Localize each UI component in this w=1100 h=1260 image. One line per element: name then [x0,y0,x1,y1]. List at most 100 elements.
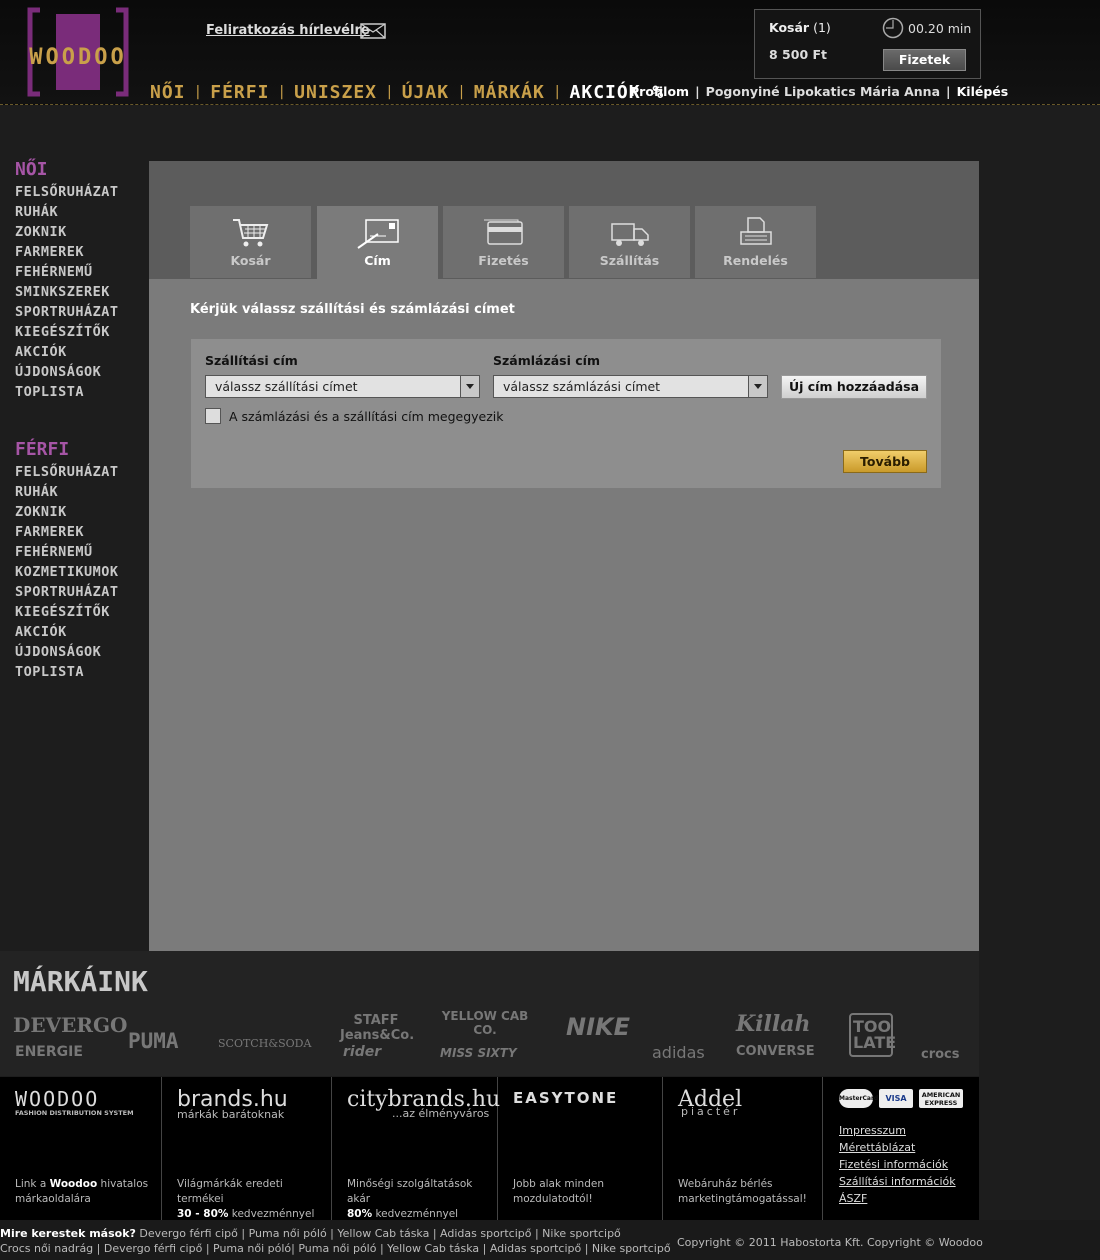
shipping-address-label: Szállítási cím [205,353,298,368]
nav-brands[interactable]: MÁRKÁK [474,82,545,103]
text-bold: Woodoo [49,1178,98,1190]
checkout-button[interactable]: Fizetek [883,49,966,71]
sidebar-item[interactable]: ZOKNIK [15,222,145,242]
sidebar-item[interactable]: KIEGÉSZÍTŐK [15,602,145,622]
sidebar-item[interactable]: AKCIÓK [15,622,145,642]
step-tab-address[interactable]: Cím [317,206,438,279]
nav-separator: | [195,84,201,100]
visa-icon: VISA [879,1089,913,1108]
sidebar-item[interactable]: FEHÉRNEMŰ [15,542,145,562]
same-address-label[interactable]: A számlázási és a szállítási cím megegye… [229,409,504,424]
step-tab-payment[interactable]: Fizetés [443,206,564,278]
footer-links: Impresszum Mérettáblázat Fizetési inform… [839,1122,956,1207]
card-label: AMERICAN EXPRESS [921,1091,961,1107]
cart-timer: 00.20 min [908,21,972,36]
separator: | [695,84,700,99]
sidebar-item[interactable]: RUHÁK [15,482,145,502]
sidebar-item[interactable]: SPORTRUHÁZAT [15,582,145,602]
brand-logo-staff[interactable]: STAFF Jeans&Co. [340,1013,414,1043]
main-nav: NŐI | FÉRFI | UNISZEX | ÚJAK | MÁRKÁK | … [150,80,664,104]
sidebar-item[interactable]: FARMEREK [15,242,145,262]
sidebar-item[interactable]: FARMEREK [15,522,145,542]
brand-logo-devergo[interactable]: DEVERGO [13,1013,127,1037]
footer-citybrands-text: Minőségi szolgáltatások akár 80% kedvezmé… [347,1177,497,1222]
brand-logo-killah[interactable]: Killah [736,1011,810,1037]
nav-unisex[interactable]: UNISZEX [294,82,377,103]
brand-logo-nike[interactable]: NIKE [566,1013,630,1041]
footer-col-brandshu[interactable]: brands.hu márkák barátoknak Világmárkák … [162,1077,332,1220]
footer-link-shipping-info[interactable]: Szállítási információk [839,1173,956,1190]
sidebar-item[interactable]: AKCIÓK [15,342,145,362]
brand-logo-adidas[interactable]: adidas [652,1043,705,1062]
woodoo-logo[interactable]: WOODOO [14,6,142,98]
billing-address-select[interactable]: válassz számlázási címet [493,375,768,398]
brand-logo-scotch-soda[interactable]: SCOTCH&SODA [218,1037,311,1050]
footer-partners: WOODOO FASHION DISTRIBUTION SYSTEM Link … [0,1077,979,1220]
popular-searches: Mire kerestek mások? Devergo férfi cipő … [0,1227,621,1240]
sidebar-heading-women[interactable]: NŐI [15,158,145,182]
newsletter-link[interactable]: Feliratkozás hírlevélre [206,23,370,38]
step-tab-cart[interactable]: Kosár [190,206,311,278]
same-address-checkbox[interactable] [205,408,221,424]
sidebar-item[interactable]: SPORTRUHÁZAT [15,302,145,322]
footer-brandshu-text: Világmárkák eredeti termékei 30 - 80% ked… [177,1177,327,1222]
footer-col-woodoo[interactable]: WOODOO FASHION DISTRIBUTION SYSTEM Link … [0,1077,162,1220]
brand-logo-converse[interactable]: CONVERSE [736,1044,815,1059]
footer-col-addel[interactable]: Addel piactér Webáruház bérlés marketing… [663,1077,823,1220]
sidebar-item[interactable]: ZOKNIK [15,502,145,522]
brand-logo-yellow-cab[interactable]: YELLOW CAB CO. [440,1009,530,1037]
nav-men[interactable]: FÉRFI [210,82,269,103]
footer-col-easytone[interactable]: EASYTONE Jobb alak minden mozdulatodtól! [498,1077,663,1220]
add-address-button[interactable]: Új cím hozzáadása [781,375,927,399]
profile-link[interactable]: Profilom [630,84,689,99]
popular-searches-links[interactable]: Devergo férfi cipő | Puma női póló | Yel… [139,1227,620,1240]
nav-separator: | [387,84,392,100]
brand-logo-miss-sixty[interactable]: MISS SIXTY [440,1046,517,1060]
envelope-icon[interactable] [360,23,386,39]
footer-link-size-chart[interactable]: Mérettáblázat [839,1139,956,1156]
sidebar-heading-men[interactable]: FÉRFI [15,438,145,462]
sidebar-item[interactable]: ÚJDONSÁGOK [15,642,145,662]
sidebar-item[interactable]: KOZMETIKUMOK [15,562,145,582]
cart-title[interactable]: Kosár (1) [769,20,831,35]
nav-women[interactable]: NŐI [150,82,186,103]
brand-logo-rider[interactable]: rider [343,1044,381,1060]
chevron-down-icon[interactable] [748,376,767,397]
chevron-down-icon[interactable] [460,376,479,397]
text-bold: 30 - 80% [177,1208,229,1220]
nav-separator: | [279,84,285,100]
truck-icon [611,223,649,246]
logout-link[interactable]: Kilépés [957,84,1009,99]
brand-logo-energie[interactable]: ENERGIE [15,1044,83,1060]
logo-text: WOODOO [29,45,126,70]
sidebar-item[interactable]: TOPLISTA [15,382,145,402]
shipping-address-select[interactable]: válassz szállítási címet [205,375,480,398]
billing-address-label: Számlázási cím [493,353,600,368]
address-card-icon [357,219,399,249]
sidebar-item[interactable]: KIEGÉSZÍTŐK [15,322,145,342]
sidebar-item[interactable]: SMINKSZEREK [15,282,145,302]
nav-new[interactable]: ÚJAK [402,82,449,103]
footer-woodoo-sub: FASHION DISTRIBUTION SYSTEM [15,1109,134,1117]
billing-address-value: válassz számlázási címet [503,379,661,394]
sidebar-item[interactable]: RUHÁK [15,202,145,222]
footer-col-citybrands[interactable]: citybrands.hu ...az élményváros Minőségi… [332,1077,500,1222]
popular-searches-links-2[interactable]: Crocs női nadrág | Devergo férfi cipő | … [0,1242,671,1255]
sidebar-item[interactable]: ÚJDONSÁGOK [15,362,145,382]
sidebar-item[interactable]: FELSŐRUHÁZAT [15,462,145,482]
sidebar-item[interactable]: FEHÉRNEMŰ [15,262,145,282]
brand-logo-too-late[interactable]: TOO LATE [849,1013,896,1057]
footer-link-impressum[interactable]: Impresszum [839,1122,956,1139]
next-button[interactable]: Tovább [843,450,927,473]
footer-link-terms[interactable]: ÁSZF [839,1190,956,1207]
footer-addel-sub: piactér [681,1105,741,1118]
sidebar-item[interactable]: TOPLISTA [15,662,145,682]
step-tab-order[interactable]: Rendelés [695,206,816,278]
shipping-address-value: válassz szállítási címet [215,379,358,394]
brand-logo-crocs[interactable]: crocs [921,1047,960,1062]
footer-woodoo-logo: WOODOO [15,1087,100,1111]
footer-link-payment-info[interactable]: Fizetési információk [839,1156,956,1173]
sidebar-item[interactable]: FELSŐRUHÁZAT [15,182,145,202]
brand-logo-puma[interactable]: PUMA [128,1029,179,1053]
step-tab-shipping[interactable]: Szállítás [569,206,690,278]
